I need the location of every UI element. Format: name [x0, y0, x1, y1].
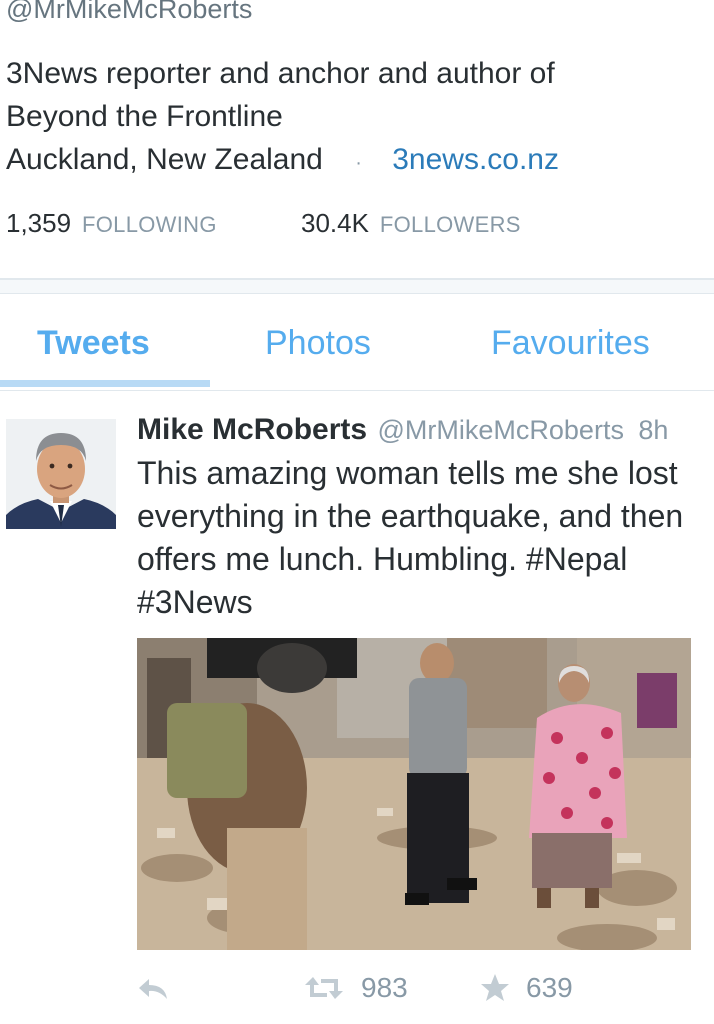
avatar-portrait — [6, 419, 116, 529]
following-label: FOLLOWING — [82, 212, 217, 237]
tab-favourites[interactable]: Favourites — [491, 324, 650, 363]
star-icon — [480, 973, 510, 1003]
following-stat[interactable]: 1,359 FOLLOWING — [6, 208, 217, 239]
tweet-author-name[interactable]: Mike McRoberts — [137, 413, 367, 446]
followers-stat[interactable]: 30.4K FOLLOWERS — [301, 208, 521, 239]
retweet-button[interactable]: 983 — [305, 972, 408, 1004]
profile-location: Auckland, New Zealand — [6, 143, 323, 176]
tabs-divider — [0, 390, 714, 391]
favourite-count: 639 — [526, 972, 573, 1003]
separator-dot: · — [355, 152, 362, 174]
bio-line-2: Beyond the Frontline — [6, 100, 283, 133]
tweet-actions: 983 639 — [0, 968, 714, 1013]
retweet-count: 983 — [361, 972, 408, 1003]
tweet-photo-image — [137, 638, 691, 950]
avatar[interactable] — [6, 419, 116, 529]
reply-icon — [137, 976, 169, 1002]
retweet-icon — [305, 973, 343, 1003]
tab-photos[interactable]: Photos — [265, 324, 371, 363]
profile-bio: 3News reporter and anchor and author of … — [6, 52, 559, 185]
favourite-button[interactable]: 639 — [480, 972, 573, 1004]
tweet-timestamp[interactable]: 8h — [638, 415, 668, 445]
reply-button[interactable] — [137, 976, 169, 1002]
followers-count: 30.4K — [301, 208, 369, 238]
profile-tabs: Tweets Photos Favourites — [0, 294, 714, 390]
profile-website-link[interactable]: 3news.co.nz — [392, 143, 559, 176]
active-tab-indicator — [0, 380, 210, 387]
location-row: Auckland, New Zealand · 3news.co.nz — [6, 138, 559, 185]
tweet-author-handle[interactable]: @MrMikeMcRoberts — [378, 415, 624, 445]
profile-handle: @MrMikeMcRoberts — [6, 0, 253, 24]
bio-line-1: 3News reporter and anchor and author of — [6, 57, 555, 90]
following-count: 1,359 — [6, 208, 72, 238]
tweet-header: Mike McRoberts @MrMikeMcRoberts 8h — [137, 413, 668, 447]
tweet-text: This amazing woman tells me she lost eve… — [137, 455, 684, 620]
tweet-photo[interactable] — [137, 638, 691, 950]
tab-tweets[interactable]: Tweets — [37, 324, 150, 363]
followers-label: FOLLOWERS — [379, 212, 521, 237]
section-divider — [0, 278, 714, 294]
